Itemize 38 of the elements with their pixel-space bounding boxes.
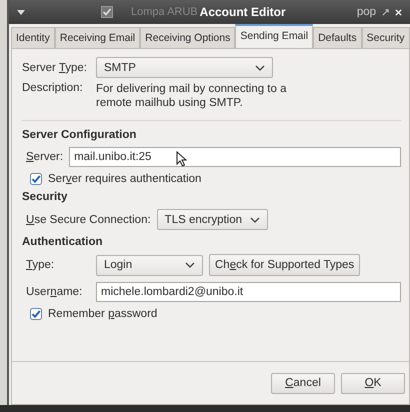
- field-label: Description:: [22, 82, 84, 94]
- checkbox[interactable]: [30, 173, 42, 185]
- section-heading: Server Configuration: [22, 129, 138, 141]
- field-label: Use Secure Connection:: [26, 214, 151, 226]
- text-field[interactable]: mail.unibo.it:25: [69, 147, 401, 167]
- chevron-icon: [250, 216, 260, 222]
- section-heading: Security: [22, 191, 68, 203]
- tab[interactable]: Identity: [11, 27, 55, 48]
- dropdown[interactable]: SMTP: [96, 57, 273, 78]
- dropdown[interactable]: TLS encryption: [156, 209, 268, 230]
- menu-icon[interactable]: [17, 10, 25, 14]
- window-title: pop: [356, 6, 376, 18]
- tab[interactable]: Sending Email: [235, 24, 314, 48]
- field-label: Server:: [26, 151, 64, 163]
- ok-button[interactable]: OK: [341, 372, 405, 394]
- chevron-icon: [185, 262, 195, 268]
- checkbox-label: Server requires authentication: [48, 173, 202, 185]
- close-icon[interactable]: [395, 8, 402, 16]
- field-label: Server Type:: [22, 62, 88, 74]
- description-text: For delivering mail by connecting to a remote mailhub using SMTP.: [96, 82, 288, 110]
- field-label: Type:: [26, 259, 56, 271]
- check-types-button[interactable]: Check for Supported Types: [209, 254, 360, 276]
- window-title: Lompa ARUB: [131, 6, 198, 18]
- cancel-button[interactable]: Cancel: [271, 372, 335, 394]
- dropdown[interactable]: Login: [96, 254, 203, 276]
- window-title: Account Editor: [200, 5, 286, 19]
- maximize-icon[interactable]: [382, 8, 389, 16]
- chevron-icon: [255, 64, 265, 70]
- text-field[interactable]: michele.lombardi2@unibo.it: [96, 282, 401, 302]
- tab[interactable]: Security: [362, 27, 410, 48]
- section-heading: Authentication: [22, 236, 104, 248]
- checkbox-label: Remember password: [48, 308, 158, 320]
- pointer-icon: [176, 151, 188, 167]
- tab[interactable]: Receiving Email: [54, 27, 140, 48]
- tab[interactable]: Receiving Options: [140, 27, 236, 48]
- field-label: Username:: [26, 286, 84, 298]
- tab[interactable]: Defaults: [313, 27, 362, 48]
- checkbox[interactable]: [30, 308, 42, 320]
